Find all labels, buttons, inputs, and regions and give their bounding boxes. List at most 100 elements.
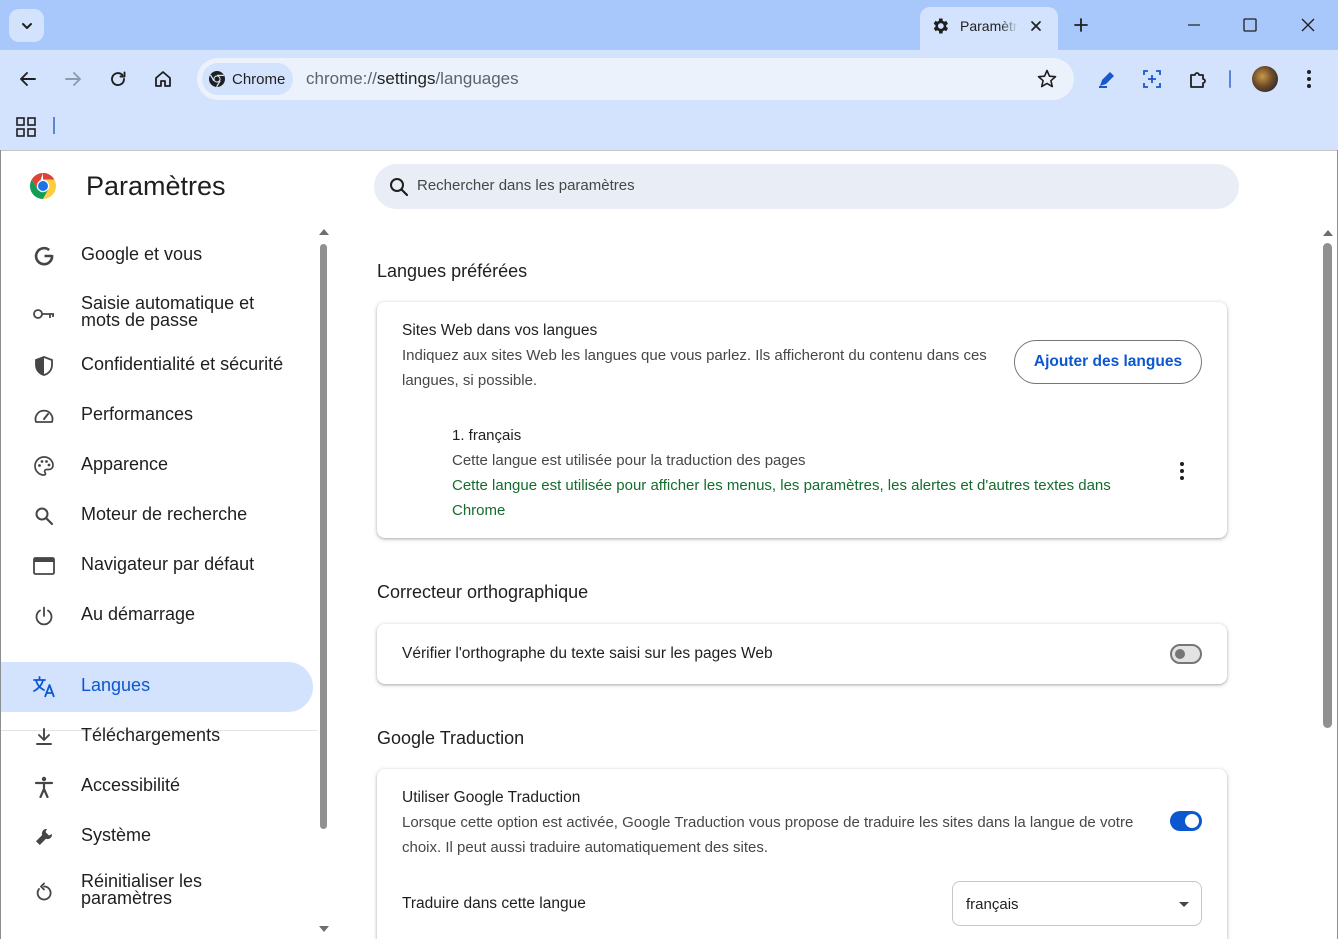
tab-title: Paramètres xyxy=(960,18,1018,34)
reload-icon xyxy=(111,71,126,87)
plus-icon xyxy=(1074,18,1088,32)
more-vertical-icon xyxy=(1307,70,1311,88)
sidebar-item-reset[interactable]: Réinitialiser les paramètres xyxy=(1,867,313,917)
sidebar-item-label: Téléchargements xyxy=(81,725,221,745)
forward-button[interactable] xyxy=(56,62,90,96)
arrow-left-icon xyxy=(20,72,36,86)
bookmark-star-icon[interactable] xyxy=(1036,68,1058,90)
translate-target-select[interactable]: français xyxy=(952,881,1202,926)
section-title-spellcheck: Correcteur orthographique xyxy=(377,582,589,602)
sidebar-item-default-browser[interactable]: Navigateur par défaut xyxy=(1,541,313,591)
sidebar-item-autofill[interactable]: Saisie automatique et mots de passe xyxy=(1,289,313,339)
maximize-button[interactable] xyxy=(1227,8,1273,42)
scroll-up-arrow-icon xyxy=(319,229,329,235)
spellcheck-card: Vérifier l'orthographe du texte saisi su… xyxy=(377,624,1227,684)
spellcheck-toggle[interactable] xyxy=(1170,644,1202,664)
arrow-right-icon xyxy=(65,72,81,86)
search-placeholder: Rechercher dans les paramètres xyxy=(417,177,635,194)
gear-icon xyxy=(933,18,948,34)
profile-avatar[interactable] xyxy=(1252,66,1278,92)
toolbar: Chrome chrome://settings/languages xyxy=(0,50,1338,108)
speedometer-icon xyxy=(32,404,56,428)
sidebar-item-accessibility[interactable]: Accessibilité xyxy=(1,762,313,812)
shield-icon xyxy=(32,354,56,378)
extension-pen-button[interactable] xyxy=(1090,62,1124,96)
puzzle-icon xyxy=(1190,72,1206,88)
back-button[interactable] xyxy=(11,62,45,96)
maximize-icon xyxy=(1243,18,1257,32)
chevron-down-icon xyxy=(21,22,32,29)
power-icon xyxy=(32,604,56,628)
language-item-name: 1. français xyxy=(452,427,522,444)
home-icon xyxy=(155,71,171,87)
more-vertical-icon xyxy=(1180,462,1184,480)
sidebar-item-label: Accessibilité xyxy=(81,775,181,795)
site-chip-label: Chrome xyxy=(232,70,286,88)
tab-search-button[interactable] xyxy=(9,9,44,42)
title-bar: Paramètres xyxy=(0,0,1338,50)
translate-target-value: français xyxy=(966,896,1019,913)
sidebar-item-label: Google et vous xyxy=(81,244,203,264)
sidebar-item-search-engine[interactable]: Moteur de recherche xyxy=(1,491,313,541)
close-icon xyxy=(1301,18,1315,32)
sidebar-scrollbar-thumb[interactable] xyxy=(320,244,327,829)
menu-button[interactable] xyxy=(1292,62,1326,96)
apps-grid-icon[interactable] xyxy=(15,116,37,138)
minimize-button[interactable] xyxy=(1171,8,1217,42)
new-tab-button[interactable] xyxy=(1068,12,1094,38)
tab-close-button[interactable] xyxy=(1026,16,1046,36)
settings-search-input[interactable]: Rechercher dans les paramètres xyxy=(374,164,1239,209)
key-icon xyxy=(32,302,56,326)
sidebar-item-startup[interactable]: Au démarrage xyxy=(1,591,313,641)
section-title-google-translate: Google Traduction xyxy=(377,728,525,748)
settings-sidebar: Google et vous Saisie automatique et mot… xyxy=(1,231,319,931)
toggle-knob xyxy=(1185,814,1199,828)
browser-window-icon xyxy=(32,554,56,578)
minimize-icon xyxy=(1188,24,1200,26)
reset-icon xyxy=(32,880,56,904)
sidebar-item-google[interactable]: Google et vous xyxy=(1,231,313,281)
settings-page: Paramètres Rechercher dans les paramètre… xyxy=(1,151,1337,939)
preferred-languages-card: Sites Web dans vos langues Indiquez aux … xyxy=(377,302,1227,538)
sidebar-item-appearance[interactable]: Apparence xyxy=(1,441,313,491)
reload-button[interactable] xyxy=(101,62,135,96)
spellcheck-label: Vérifier l'orthographe du texte saisi su… xyxy=(402,645,773,662)
screenshot-icon xyxy=(1143,70,1161,88)
sidebar-item-performance[interactable]: Performances xyxy=(1,391,313,441)
wrench-icon xyxy=(32,825,56,849)
sidebar-item-label: Saisie automatique et mots de passe xyxy=(81,293,255,330)
site-info-chip[interactable]: Chrome xyxy=(202,63,293,95)
add-languages-button[interactable]: Ajouter des langues xyxy=(1014,340,1202,384)
address-bar[interactable]: Chrome chrome://settings/languages xyxy=(197,58,1074,100)
toolbar-separator xyxy=(1229,70,1231,88)
sidebar-item-languages[interactable]: Langues xyxy=(1,662,313,712)
home-button[interactable] xyxy=(146,62,180,96)
url-text: chrome://settings/languages xyxy=(306,69,519,89)
close-window-button[interactable] xyxy=(1285,8,1331,42)
main-scroll-up-arrow-icon[interactable] xyxy=(1322,229,1334,237)
google-g-icon xyxy=(32,244,56,268)
download-icon xyxy=(32,725,56,749)
toggle-knob xyxy=(1175,649,1185,659)
sidebar-item-label: Apparence xyxy=(81,454,169,474)
sidebar-item-label: Confidentialité et sécurité xyxy=(81,354,284,374)
google-translate-card: Utiliser Google Traduction Lorsque cette… xyxy=(377,769,1227,939)
dropdown-caret-icon xyxy=(1179,902,1189,907)
google-translate-toggle[interactable] xyxy=(1170,811,1202,831)
extensions-button[interactable] xyxy=(1181,62,1215,96)
url-host: settings xyxy=(376,69,436,88)
close-icon xyxy=(1031,21,1041,31)
translate-target-label: Traduire dans cette langue xyxy=(402,895,586,912)
screenshot-button[interactable] xyxy=(1135,62,1169,96)
sidebar-item-label: Système xyxy=(81,825,152,845)
sidebar-item-system[interactable]: Système xyxy=(1,812,313,862)
sidebar-item-privacy[interactable]: Confidentialité et sécurité xyxy=(1,341,313,391)
main-scrollbar-thumb[interactable] xyxy=(1323,243,1332,728)
search-icon xyxy=(32,504,56,528)
scroll-down-arrow-icon xyxy=(319,926,329,932)
sidebar-item-downloads[interactable]: Téléchargements xyxy=(1,712,313,762)
language-translate-note: Cette langue est utilisée pour la traduc… xyxy=(452,452,806,469)
language-more-actions-button[interactable] xyxy=(1170,459,1194,483)
accessibility-icon xyxy=(32,775,56,799)
tab-settings[interactable]: Paramètres xyxy=(920,7,1058,50)
